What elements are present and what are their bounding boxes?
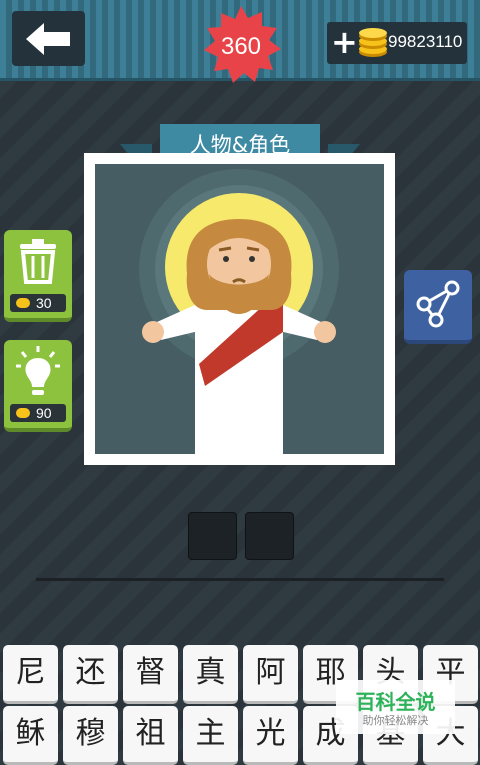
back-button[interactable] <box>12 11 85 66</box>
share-button[interactable] <box>404 270 472 344</box>
letter-key[interactable]: 光 <box>243 706 298 765</box>
remove-cost: 30 <box>10 294 66 312</box>
coin-box[interactable]: + 99823110 <box>327 22 467 64</box>
letter-key[interactable]: 还 <box>63 645 118 704</box>
letter-key[interactable]: 真 <box>183 645 238 704</box>
level-number: 360 <box>220 33 262 60</box>
watermark: 百科全说 助你轻松解决 <box>336 680 455 734</box>
hint-cost: 90 <box>10 404 66 422</box>
divider-line <box>36 578 444 581</box>
remove-letters-button[interactable]: 30 <box>4 230 72 322</box>
level-badge: 360 <box>200 6 282 86</box>
add-coins-icon[interactable]: + <box>331 24 358 60</box>
letter-key[interactable]: 主 <box>183 706 238 765</box>
arrow-left-icon <box>26 23 70 55</box>
share-icon <box>416 280 460 328</box>
letter-key[interactable]: 阿 <box>243 645 298 704</box>
letter-key[interactable]: 穆 <box>63 706 118 765</box>
puzzle-image <box>95 164 384 454</box>
coins-icon <box>359 28 387 57</box>
watermark-subtitle: 助你轻松解决 <box>362 714 429 727</box>
answer-slot-1[interactable] <box>188 512 237 560</box>
jesus-character-icon <box>139 169 339 454</box>
letter-key[interactable]: 尼 <box>3 645 58 704</box>
coin-count: 99823110 <box>388 32 463 51</box>
letter-key[interactable]: 督 <box>123 645 178 704</box>
watermark-title: 百科全说 <box>355 690 436 714</box>
answer-slot-2[interactable] <box>245 512 294 560</box>
hint-button[interactable]: 90 <box>4 340 72 432</box>
lightbulb-icon <box>16 346 60 395</box>
letter-key[interactable]: 祖 <box>123 706 178 765</box>
letter-key[interactable]: 稣 <box>3 706 58 765</box>
trash-icon <box>20 239 56 284</box>
